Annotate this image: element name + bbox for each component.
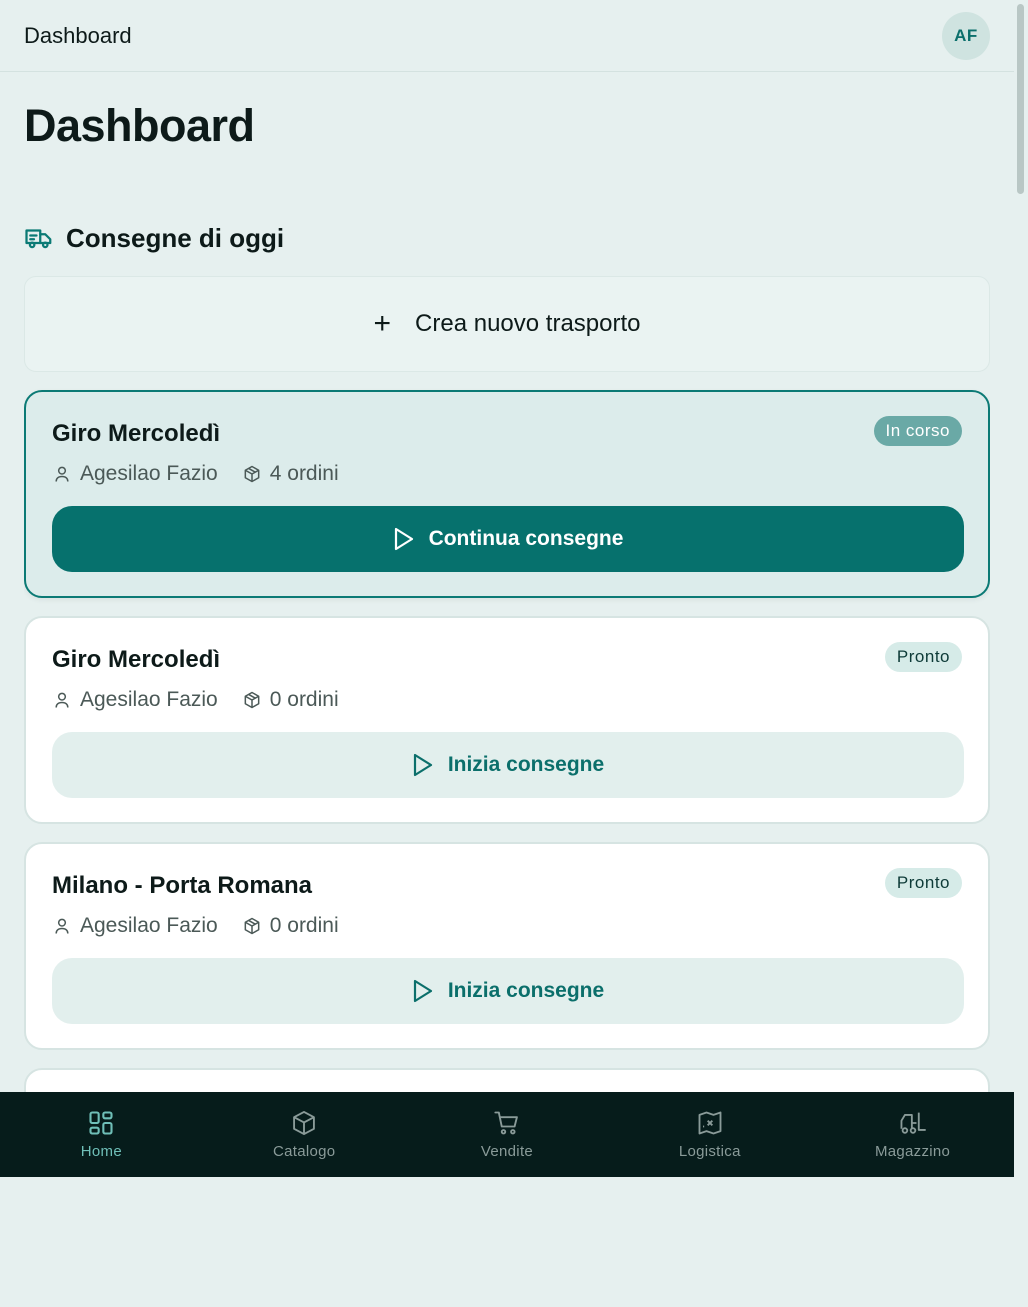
nav-item-magazzino[interactable]: Magazzino <box>811 1092 1014 1177</box>
nav-item-catalogo[interactable]: Catalogo <box>203 1092 406 1177</box>
scrollbar[interactable] <box>1014 0 1028 1307</box>
create-transport-label: Crea nuovo trasporto <box>415 310 641 337</box>
package-icon <box>244 917 260 935</box>
nav-label: Home <box>80 1143 122 1160</box>
play-icon <box>413 979 432 1003</box>
order-count: 0 ordini <box>269 914 339 937</box>
nav-item-home[interactable]: Home <box>0 1092 203 1177</box>
status-badge: Pronto <box>884 642 962 672</box>
card-meta: Agesilao Fazio 0 ordini <box>52 688 962 712</box>
package-icon <box>244 465 260 483</box>
driver-name: Agesilao Fazio <box>80 688 218 711</box>
orders-info: 4 ordini <box>242 462 339 486</box>
scrollbar-thumb[interactable] <box>1017 4 1024 194</box>
delivery-card: Milano - Porta Romana Pronto Agesilao Fa… <box>24 842 990 1050</box>
driver-info: Agesilao Fazio <box>52 462 218 486</box>
user-icon <box>55 692 69 708</box>
user-icon <box>55 918 69 934</box>
nav-label: Magazzino <box>874 1143 951 1160</box>
main-content: Dashboard Consegne di oggi + Crea nuovo … <box>24 72 990 1092</box>
app-root: Dashboard AF Dashboard Consegne di oggi … <box>0 0 1028 1307</box>
create-transport-button[interactable]: + Crea nuovo trasporto <box>24 276 990 372</box>
play-icon <box>394 527 413 551</box>
status-badge: Pronto <box>884 868 962 898</box>
avatar[interactable]: AF <box>942 11 990 60</box>
card-meta: Agesilao Fazio 0 ordini <box>52 914 962 938</box>
card-title: Giro Mercoledì <box>52 420 221 447</box>
card-title: Giro Mercoledì <box>52 646 221 673</box>
nav-label: Logistica <box>678 1143 741 1160</box>
driver-info: Agesilao Fazio <box>52 914 218 938</box>
section-title: Consegne di oggi <box>66 222 285 253</box>
action-label: Inizia consegne <box>447 753 605 776</box>
start-deliveries-button[interactable]: Inizia consegne <box>52 958 964 1024</box>
start-deliveries-button[interactable]: Inizia consegne <box>52 732 964 798</box>
home-grid-icon <box>89 1111 113 1135</box>
nav-label: Catalogo <box>272 1143 336 1160</box>
delivery-card: Giro Mercoledì Pronto Agesilao Fazio 0 o… <box>24 616 990 824</box>
driver-name: Agesilao Fazio <box>80 914 218 937</box>
orders-info: 0 ordini <box>242 688 339 712</box>
action-label: Inizia consegne <box>447 979 605 1002</box>
nav-item-vendite[interactable]: Vendite <box>406 1092 609 1177</box>
delivery-card: Giro Mercoledì In corso Agesilao Fazio 4… <box>24 390 990 598</box>
package-icon <box>244 691 260 709</box>
delivery-card <box>24 1068 990 1092</box>
box-icon <box>293 1110 316 1136</box>
cart-icon <box>494 1111 518 1135</box>
plus-icon: + <box>373 307 392 340</box>
status-badge: In corso <box>873 416 962 446</box>
truck-icon <box>24 223 54 253</box>
map-icon <box>698 1111 722 1135</box>
topbar-title: Dashboard <box>24 22 132 48</box>
user-icon <box>55 466 69 482</box>
order-count: 0 ordini <box>269 688 339 711</box>
driver-info: Agesilao Fazio <box>52 688 218 712</box>
driver-name: Agesilao Fazio <box>80 462 218 485</box>
continue-deliveries-button[interactable]: Continua consegne <box>52 506 964 572</box>
page-title: Dashboard <box>24 100 255 151</box>
section-header: Consegne di oggi <box>24 218 990 258</box>
forklift-icon <box>900 1112 926 1134</box>
bottom-nav: Home Catalogo Vendite Logistica Magazzin… <box>0 1092 1014 1177</box>
card-title: Milano - Porta Romana <box>52 872 313 899</box>
play-icon <box>413 753 432 777</box>
nav-label: Vendite <box>480 1143 534 1160</box>
order-count: 4 ordini <box>269 462 339 485</box>
top-bar: Dashboard AF <box>0 0 1014 72</box>
orders-info: 0 ordini <box>242 914 339 938</box>
nav-item-logistica[interactable]: Logistica <box>608 1092 811 1177</box>
action-label: Continua consegne <box>428 527 624 550</box>
card-meta: Agesilao Fazio 4 ordini <box>52 462 962 486</box>
